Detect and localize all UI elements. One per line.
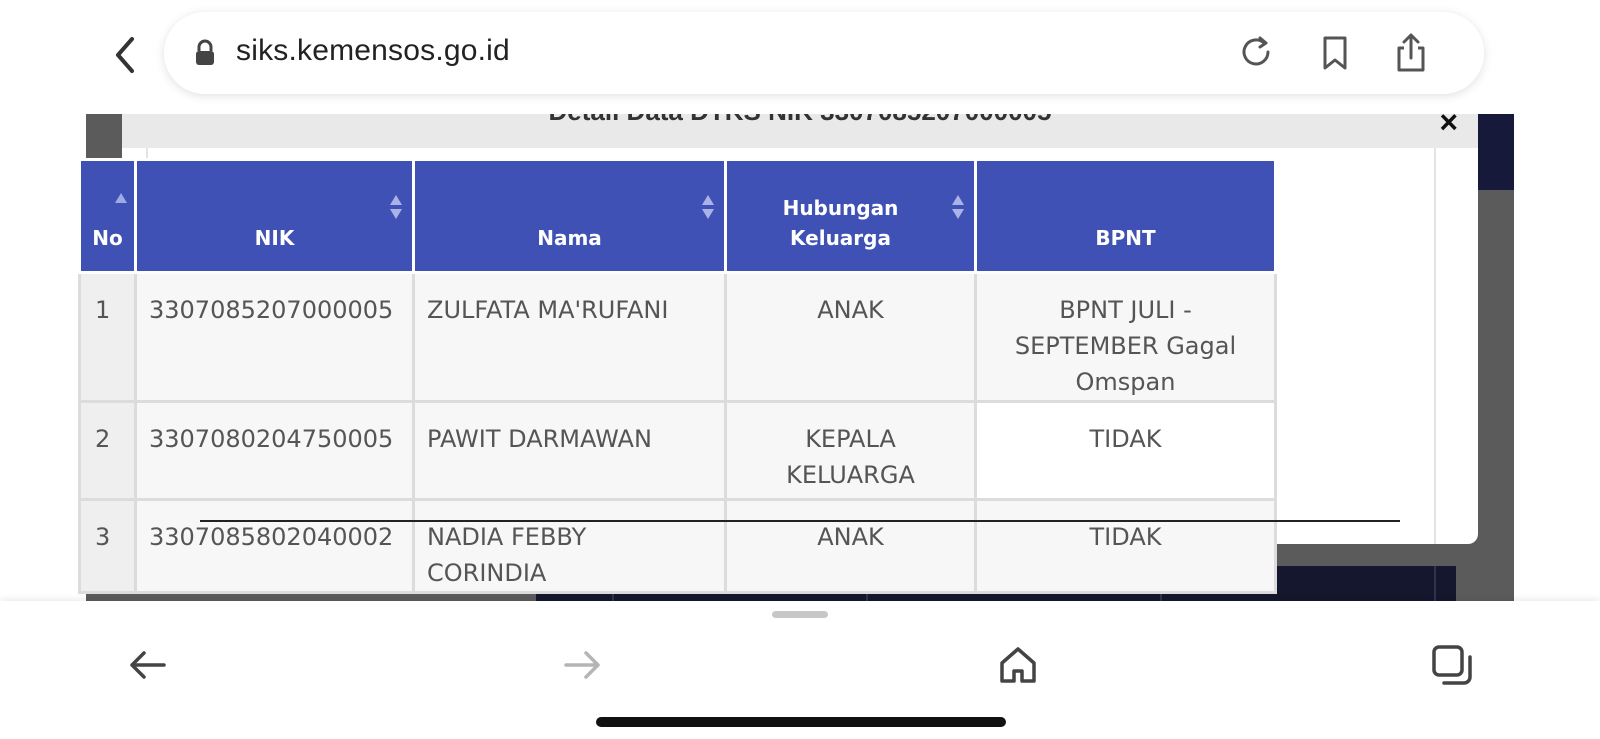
home-indicator [596,717,1006,727]
bookmark-icon[interactable] [1314,32,1356,74]
cell-bpnt: TIDAK [974,400,1277,501]
cell-no: 3 [78,498,137,594]
sort-icon [702,195,714,219]
cell-no: 2 [78,400,137,501]
table-row: 2 3307080204750005 PAWIT DARMAWAN KEPALA… [78,400,1277,501]
cell-hubungan: ANAK [724,271,977,403]
modal-title: Detail Data DTKS NIK 3307085207000005 [122,114,1478,127]
share-icon[interactable] [1390,32,1432,74]
sort-icon [115,193,127,203]
column-header-no[interactable]: No [78,158,137,274]
column-header-bpnt: BPNT [974,158,1277,274]
sort-icon [952,195,964,219]
table-row: 1 3307085207000005 ZULFATA MA'RUFANI ANA… [78,271,1277,403]
home-icon[interactable] [996,643,1040,687]
table-row: 3 3307085802040002 NADIA FEBBY CORINDIA … [78,498,1277,594]
url-text[interactable]: siks.kemensos.go.id [236,34,510,68]
table-bottom-border [200,520,1400,522]
close-icon[interactable]: × [1439,114,1458,141]
sheet-grabber[interactable] [772,611,828,618]
column-header-nama[interactable]: Nama [412,158,727,274]
browser-top-bar: siks.kemensos.go.id [0,0,1600,114]
browser-bottom-toolbar [0,601,1600,739]
cell-nama: ZULFATA MA'RUFANI [412,271,727,403]
sort-icon [390,195,402,219]
chevron-left-icon [116,37,134,73]
cell-hubungan: ANAK [724,498,977,594]
column-header-nik[interactable]: NIK [134,158,415,274]
cell-bpnt: BPNT JULI - SEPTEMBER Gagal Omspan [974,271,1277,403]
browser-back-button[interactable] [100,30,150,80]
cell-nama: PAWIT DARMAWAN [412,400,727,501]
reload-icon[interactable] [1236,32,1278,74]
cell-nama: NADIA FEBBY CORINDIA [412,498,727,594]
family-data-table: No NIK Nama Hubungan Keluarga BPNT 1 330… [78,158,1277,594]
table-header-row: No NIK Nama Hubungan Keluarga BPNT [78,158,1277,274]
tabs-icon[interactable] [1430,643,1474,687]
cell-nik: 3307085802040002 [134,498,415,594]
modal-header: Detail Data DTKS NIK 3307085207000005 × [122,114,1478,148]
address-bar[interactable]: siks.kemensos.go.id [164,12,1484,94]
cell-nik: 3307085207000005 [134,271,415,403]
cell-no: 1 [78,271,137,403]
arrow-left-icon[interactable] [126,643,170,687]
lock-icon [196,39,214,65]
cell-nik: 3307080204750005 [134,400,415,501]
cell-bpnt: TIDAK [974,498,1277,594]
column-header-hubungan-keluarga[interactable]: Hubungan Keluarga [724,158,977,274]
cell-hubungan: KEPALA KELUARGA [724,400,977,501]
arrow-right-icon[interactable] [560,643,604,687]
